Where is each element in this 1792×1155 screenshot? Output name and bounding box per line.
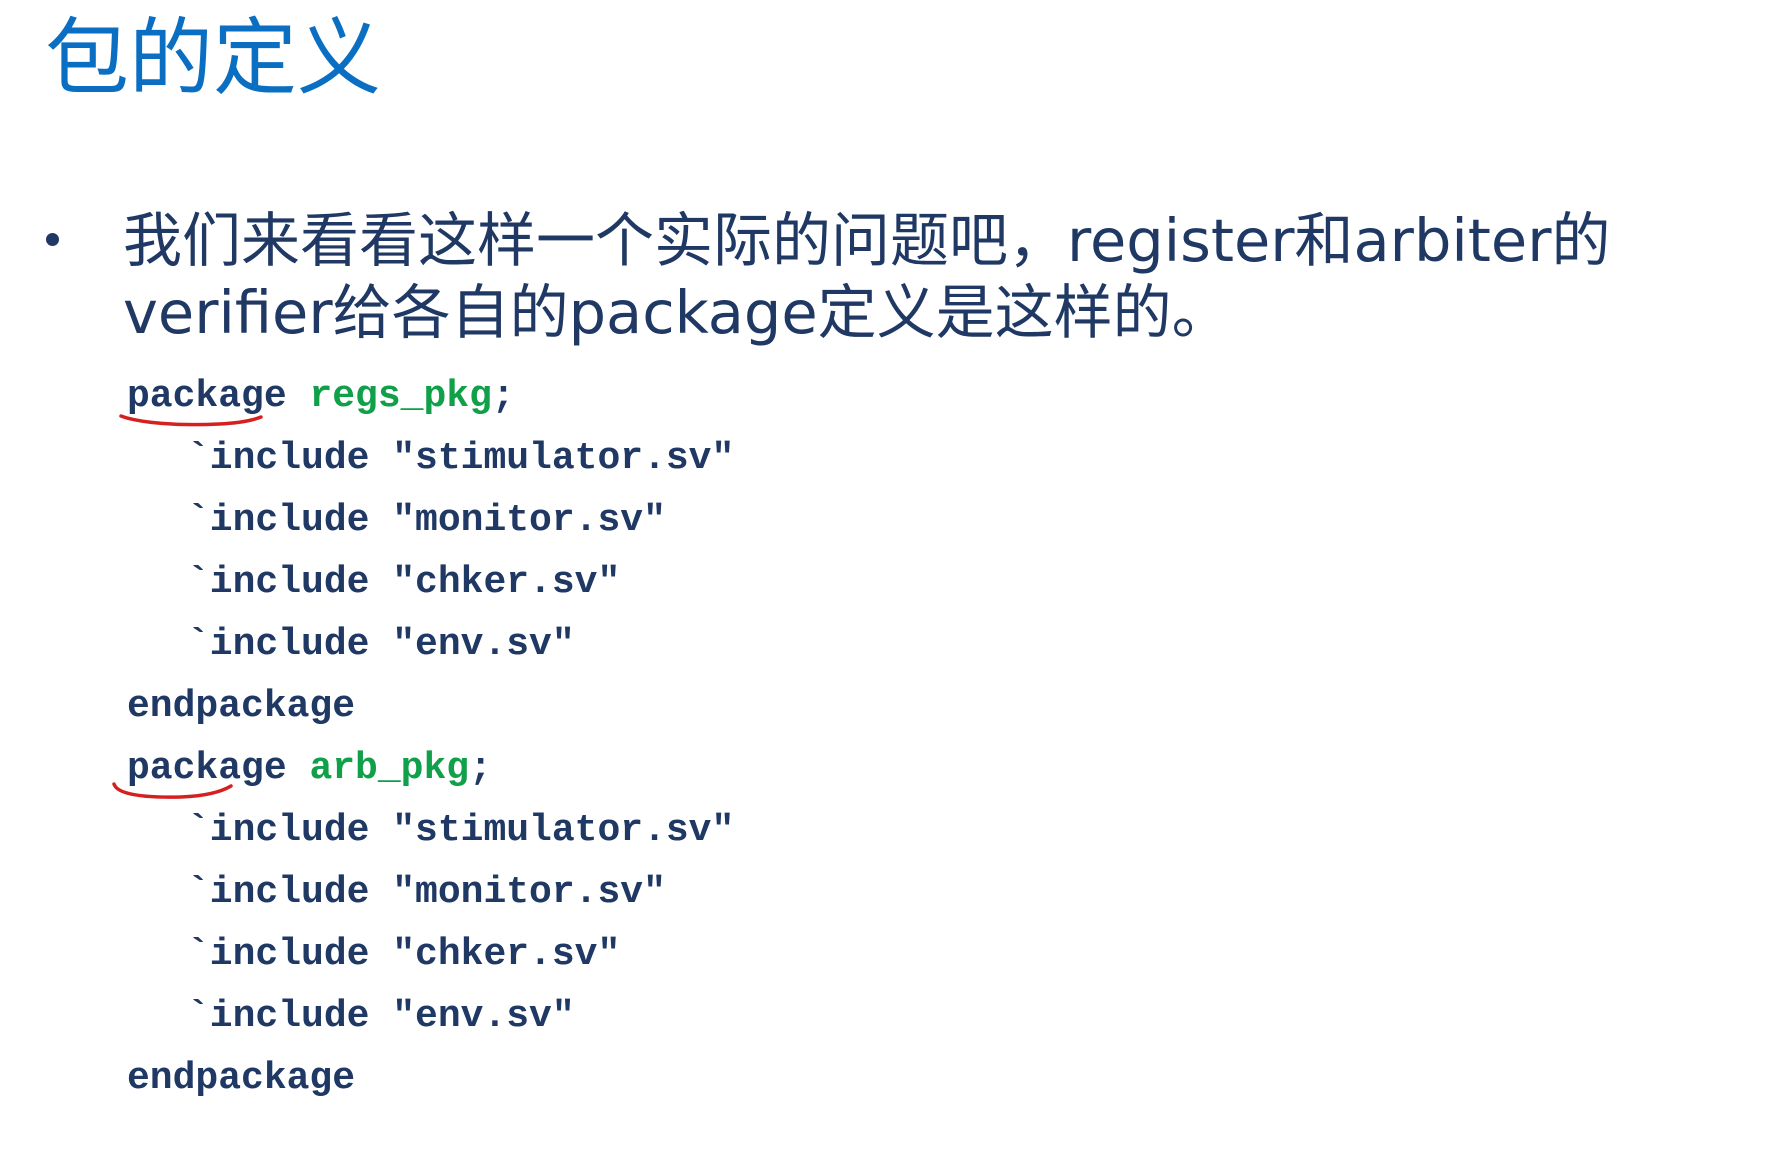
code-block: package regs_pkg; `include "stimulator.s… xyxy=(112,366,735,1110)
code-line-include: `include "env.sv" xyxy=(187,623,575,666)
code-line-include: `include "stimulator.sv" xyxy=(187,437,735,480)
code-line-include: `include "monitor.sv" xyxy=(187,871,666,914)
package-name: arb_pkg xyxy=(309,747,470,790)
statement-terminator: ; xyxy=(469,747,492,790)
code-line-include: `include "env.sv" xyxy=(187,995,575,1038)
code-line-include: `include "chker.sv" xyxy=(187,933,621,976)
code-line-package-decl: package regs_pkg; xyxy=(119,366,734,428)
bullet-dot-icon xyxy=(46,233,59,246)
bullet-text: 我们来看看这样一个实际的问题吧，register和arbiter的verifie… xyxy=(123,206,1611,347)
package-name: regs_pkg xyxy=(309,375,492,418)
code-line-include: `include "chker.sv" xyxy=(187,561,621,604)
slide: 包的定义 我们来看看这样一个实际的问题吧，register和arbiter的ve… xyxy=(0,0,1792,1155)
code-line-endpackage: endpackage xyxy=(127,685,356,728)
code-line-endpackage: endpackage xyxy=(127,1057,356,1100)
package-keyword: package xyxy=(112,738,287,800)
statement-terminator: ; xyxy=(491,375,515,418)
slide-title: 包的定义 xyxy=(45,9,382,107)
code-line-include: `include "stimulator.sv" xyxy=(187,809,735,852)
code-line-include: `include "monitor.sv" xyxy=(187,499,666,542)
package-keyword: package xyxy=(119,366,287,428)
code-line-package-decl: package arb_pkg; xyxy=(112,738,734,800)
